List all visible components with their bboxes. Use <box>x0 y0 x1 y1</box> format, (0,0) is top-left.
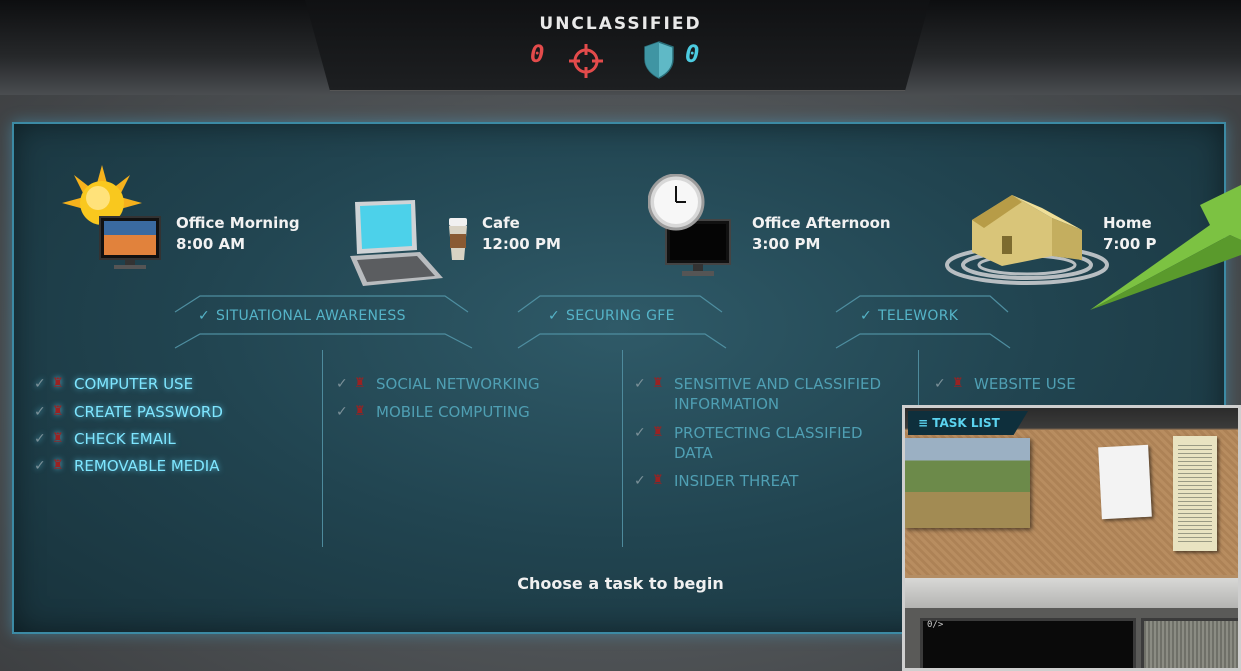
task-label: INSIDER THREAT <box>674 472 799 490</box>
category-telework[interactable]: ✓ TELEWORK <box>860 308 958 324</box>
location-time: 12:00 PM <box>482 235 561 253</box>
trophy-icon: ♜ <box>52 458 64 473</box>
location-office-afternoon[interactable]: Office Afternoon 3:00 PM <box>752 213 891 255</box>
task-social-networking[interactable]: ✓ ♜ SOCIAL NETWORKING <box>336 374 540 394</box>
trophy-icon: ♜ <box>652 473 664 488</box>
task-label: REMOVABLE MEDIA <box>74 457 220 475</box>
task-label: CHECK EMAIL <box>74 430 176 448</box>
crosshair-icon <box>569 44 603 78</box>
task-label: PROTECTING CLASSIFIED DATA <box>674 424 863 462</box>
static-monitor <box>1141 618 1238 668</box>
memo-paper <box>1098 444 1152 520</box>
trophy-icon: ♜ <box>354 404 366 419</box>
terminal-prompt: 0/> <box>927 620 944 630</box>
shield-icon <box>644 41 674 79</box>
task-label: MOBILE COMPUTING <box>376 403 530 421</box>
classification-label: UNCLASSIFIED <box>539 14 702 34</box>
location-name: Office Morning <box>176 214 300 232</box>
task-list-tab[interactable]: ≡ TASK LIST <box>908 411 1028 435</box>
task-protecting-classified-data[interactable]: ✓ ♜ PROTECTING CLASSIFIED DATA <box>634 423 904 463</box>
category-label: SITUATIONAL AWARENESS <box>216 308 406 324</box>
location-cafe[interactable]: Cafe 12:00 PM <box>482 213 561 255</box>
trophy-icon: ♜ <box>52 431 64 446</box>
category-brackets <box>174 295 1011 349</box>
column-divider <box>622 350 623 547</box>
shelf <box>905 578 1238 608</box>
check-icon: ✓ <box>336 404 348 420</box>
house-wifi-icon <box>945 195 1109 285</box>
sun-monitor-icon <box>62 165 161 269</box>
list-paper <box>1173 436 1217 551</box>
category-situational-awareness[interactable]: ✓ SITUATIONAL AWARENESS <box>198 308 406 324</box>
column-divider <box>918 350 919 410</box>
location-time: 3:00 PM <box>752 235 821 253</box>
check-icon: ✓ <box>34 376 46 392</box>
task-create-password[interactable]: ✓ ♜ CREATE PASSWORD <box>34 402 223 422</box>
check-icon: ✓ <box>34 431 46 447</box>
task-list-preview[interactable]: 0/> ≡ TASK LIST <box>902 405 1241 671</box>
category-label: SECURING GFE <box>566 308 675 324</box>
category-label: TELEWORK <box>878 308 959 324</box>
task-label: SENSITIVE AND CLASSIFIED INFORMATION <box>674 375 882 413</box>
check-icon: ✓ <box>634 473 646 489</box>
landscape-picture <box>905 438 1030 528</box>
location-time: 8:00 AM <box>176 235 246 253</box>
check-icon: ✓ <box>634 376 646 392</box>
laptop-coffee-icon <box>350 200 467 286</box>
category-securing-gfe[interactable]: ✓ SECURING GFE <box>548 308 675 324</box>
trophy-icon: ♜ <box>52 404 64 419</box>
trophy-icon: ♜ <box>52 376 64 391</box>
check-icon: ✓ <box>548 308 561 324</box>
trophy-icon: ♜ <box>354 376 366 391</box>
check-icon: ✓ <box>34 458 46 474</box>
game-screen: UNCLASSIFIED 0 0 Office Morning 8:00 AM <box>0 0 1241 671</box>
task-mobile-computing[interactable]: ✓ ♜ MOBILE COMPUTING <box>336 402 530 422</box>
threat-counter: 0 <box>530 40 545 68</box>
task-website-use[interactable]: ✓ ♜ WEBSITE USE <box>934 374 1076 394</box>
clock-monitor-icon <box>648 174 731 276</box>
trophy-icon: ♜ <box>652 425 664 440</box>
column-divider <box>322 350 323 547</box>
check-icon: ✓ <box>634 425 646 441</box>
computer-monitor[interactable] <box>920 618 1136 668</box>
task-removable-media[interactable]: ✓ ♜ REMOVABLE MEDIA <box>34 456 220 476</box>
task-label: COMPUTER USE <box>74 375 194 393</box>
task-sensitive-classified-info[interactable]: ✓ ♜ SENSITIVE AND CLASSIFIED INFORMATION <box>634 374 904 414</box>
task-computer-use[interactable]: ✓ ♜ COMPUTER USE <box>34 374 193 394</box>
task-label: SOCIAL NETWORKING <box>376 375 540 393</box>
location-name: Office Afternoon <box>752 214 891 232</box>
task-check-email[interactable]: ✓ ♜ CHECK EMAIL <box>34 429 176 449</box>
defense-counter: 0 <box>685 40 700 68</box>
pointer-arrow-icon <box>1090 185 1241 310</box>
task-label: CREATE PASSWORD <box>74 403 223 421</box>
trophy-icon: ♜ <box>652 376 664 391</box>
task-label: WEBSITE USE <box>974 375 1076 393</box>
check-icon: ✓ <box>860 308 873 324</box>
location-name: Cafe <box>482 214 520 232</box>
check-icon: ✓ <box>198 308 211 324</box>
check-icon: ✓ <box>34 404 46 420</box>
location-office-morning[interactable]: Office Morning 8:00 AM <box>176 213 300 255</box>
trophy-icon: ♜ <box>952 376 964 391</box>
check-icon: ✓ <box>336 376 348 392</box>
task-insider-threat[interactable]: ✓ ♜ INSIDER THREAT <box>634 471 798 491</box>
check-icon: ✓ <box>934 376 946 392</box>
